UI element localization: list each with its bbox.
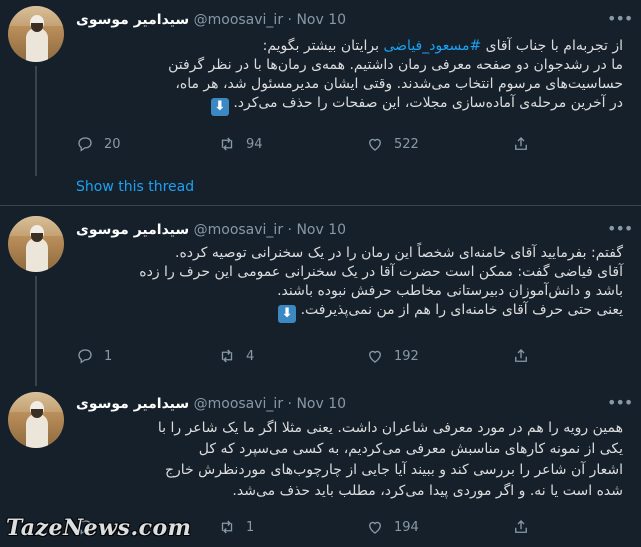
separator: · — [287, 396, 292, 412]
reply-button[interactable]: 20 — [76, 134, 121, 154]
like-button[interactable]: 522 — [366, 134, 419, 154]
like-count: 522 — [394, 136, 419, 152]
tweet-1[interactable]: سیدامیر موسوی @moosavi_ir · Nov 10 ••• ا… — [0, 0, 641, 176]
retweet-button[interactable]: 4 — [218, 346, 254, 366]
reply-button[interactable]: 1 — [76, 346, 112, 366]
retweet-icon — [221, 520, 233, 534]
display-name[interactable]: سیدامیر موسوی — [76, 222, 189, 238]
display-name[interactable]: سیدامیر موسوی — [76, 12, 189, 28]
retweet-icon — [221, 137, 233, 151]
watermark-logo: TazeNews.com — [6, 515, 192, 541]
retweet-count: 94 — [246, 136, 263, 152]
thread-line — [35, 276, 37, 386]
tweet-header: سیدامیر موسوی @moosavi_ir · Nov 10 — [76, 220, 346, 240]
like-button[interactable]: 192 — [366, 346, 419, 366]
tweet-line: از تجربه‌ام با جناب آقای #مسعود_فیاضی بر… — [262, 38, 623, 54]
heart-icon — [369, 350, 381, 363]
retweet-button[interactable]: 1 — [218, 517, 254, 537]
share-icon — [515, 349, 527, 362]
like-count: 192 — [394, 348, 419, 364]
more-options-icon[interactable]: ••• — [607, 11, 633, 32]
avatar[interactable] — [8, 6, 64, 62]
tweet-line: باشد و دانش‌آموزان دبیرستانی مخاطب حرفش … — [277, 283, 623, 299]
tweet-line: یعنی حتی حرف آقای خامنه‌ای را هم از من ن… — [73, 301, 623, 323]
tweet-line: حساسیت‌های مرسوم انتخاب می‌شدند. وقتی ای… — [175, 76, 623, 92]
more-options-icon[interactable]: ••• — [607, 395, 633, 416]
down-arrow-emoji-icon: ⬇ — [210, 98, 229, 116]
like-button[interactable]: 194 — [366, 517, 419, 537]
tweet-line: اشعار آن شاعر را بررسی کند و ببیند آیا ج… — [164, 462, 623, 478]
tweet-date[interactable]: Nov 10 — [296, 222, 346, 238]
tweet-header: سیدامیر موسوی @moosavi_ir · Nov 10 — [76, 394, 346, 414]
tweet-text: از تجربه‌ام با جناب آقای #مسعود_فیاضی بر… — [73, 37, 623, 116]
share-icon — [515, 137, 527, 150]
tweet-text: گفتم: بفرمایید آقای خامنه‌ای شخصاً این ر… — [73, 244, 623, 323]
user-handle[interactable]: @moosavi_ir — [194, 12, 283, 28]
separator: · — [287, 222, 292, 238]
share-button[interactable] — [512, 517, 530, 537]
retweet-count: 4 — [246, 348, 255, 364]
tweet-2[interactable]: سیدامیر موسوی @moosavi_ir · Nov 10 ••• گ… — [0, 206, 641, 386]
avatar[interactable] — [8, 392, 64, 448]
tweet-header: سیدامیر موسوی @moosavi_ir · Nov 10 — [76, 10, 346, 30]
share-icon — [515, 520, 527, 533]
retweet-count: 1 — [246, 519, 255, 535]
tweet-line: ما در رشدجوان دو صفحه معرفی رمان داشتیم.… — [168, 57, 623, 73]
like-count: 194 — [394, 519, 419, 535]
tweet-actions: 20 94 522 — [76, 134, 596, 154]
hashtag-link[interactable]: #مسعود_فیاضی — [384, 38, 482, 54]
heart-icon — [369, 521, 381, 534]
retweet-button[interactable]: 94 — [218, 134, 263, 154]
display-name[interactable]: سیدامیر موسوی — [76, 396, 189, 412]
heart-icon — [369, 138, 381, 151]
tweet-text: همین رویه را هم در مورد معرفی شاعران داش… — [73, 418, 623, 502]
avatar[interactable] — [8, 216, 64, 272]
separator: · — [287, 12, 292, 28]
tweet-date[interactable]: Nov 10 — [296, 396, 346, 412]
reply-count: 1 — [104, 348, 113, 364]
thread-line — [35, 66, 37, 176]
tweet-actions: 1 4 192 — [76, 346, 596, 366]
reply-count: 20 — [104, 136, 121, 152]
user-handle[interactable]: @moosavi_ir — [194, 222, 283, 238]
tweet-date[interactable]: Nov 10 — [296, 12, 346, 28]
tweet-line: در آخرین مرحله‌ی آماده‌سازی مجلات، این ص… — [73, 94, 623, 116]
reply-icon — [78, 349, 92, 364]
user-handle[interactable]: @moosavi_ir — [194, 396, 283, 412]
reply-icon — [78, 137, 92, 152]
show-thread-link[interactable]: Show this thread — [76, 179, 194, 195]
tweet-line: همین رویه را هم در مورد معرفی شاعران داش… — [157, 420, 623, 436]
tweet-line: یکی از نمونه کارهای مناسبش معرفی می‌کردی… — [198, 441, 623, 457]
tweet-line: شده است یا نه. و اگر موردی پیدا می‌کرد، … — [232, 483, 623, 499]
tweet-line: آقای فیاضی گفت: ممکن است حضرت آقا در یک … — [139, 264, 623, 280]
retweet-icon — [221, 349, 233, 363]
more-options-icon[interactable]: ••• — [607, 221, 633, 242]
tweet-line: گفتم: بفرمایید آقای خامنه‌ای شخصاً این ر… — [175, 245, 623, 261]
down-arrow-emoji-icon: ⬇ — [278, 305, 297, 323]
share-button[interactable] — [512, 346, 530, 366]
share-button[interactable] — [512, 134, 530, 154]
